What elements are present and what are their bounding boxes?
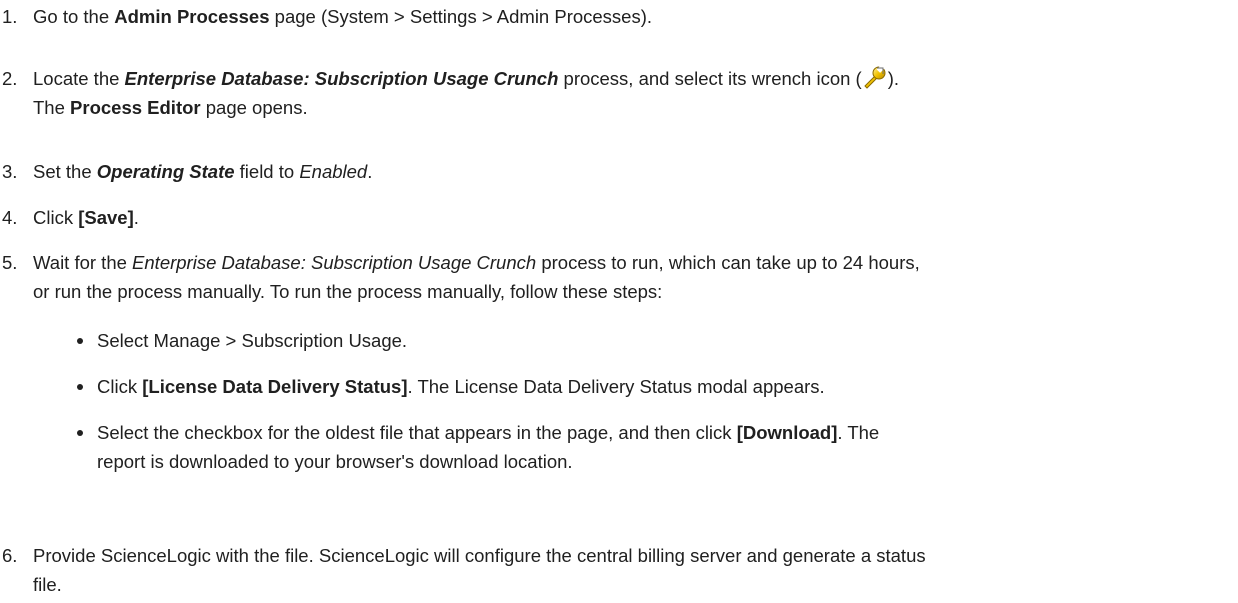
- bullet-dot: [77, 384, 83, 390]
- text-run: report is downloaded to your browser's d…: [97, 451, 573, 472]
- text-run: The: [33, 97, 71, 118]
- process-name: Enterprise Database: Subscription Usage …: [132, 252, 537, 273]
- text-run: .: [133, 207, 139, 228]
- bullet-dot: [77, 338, 83, 344]
- wrench-icon: [862, 64, 888, 90]
- text-run: file.: [33, 574, 62, 595]
- text-run: Click: [97, 376, 143, 397]
- bullet-dot: [77, 430, 83, 436]
- step-text: Set the Operating State field to Enabled…: [33, 157, 1234, 186]
- text-run: . The License Data Delivery Status modal…: [407, 376, 825, 397]
- document: 1. Go to the Admin Processes page (Syste…: [0, 0, 1238, 603]
- page-name-process-editor: Process Editor: [70, 97, 201, 118]
- text-run: .: [367, 161, 373, 182]
- step-number: 5.: [2, 252, 18, 273]
- text-run: page (System > Settings > Admin Processe…: [269, 6, 653, 27]
- text-run: Wait for the: [33, 252, 133, 273]
- step-number: 2.: [2, 68, 18, 89]
- step-number: 6.: [2, 545, 18, 566]
- step-number: 1.: [2, 6, 18, 27]
- step-text: Provide ScienceLogic with the file. Scie…: [33, 541, 1234, 599]
- list-item-text: Select Manage > Subscription Usage.: [97, 326, 1227, 355]
- field-name-operating-state: Operating State: [96, 161, 235, 182]
- text-run: Click: [33, 207, 79, 228]
- field-value-enabled: Enabled: [299, 161, 368, 182]
- step-number: 3.: [2, 161, 18, 182]
- text-run: Select the checkbox for the oldest file …: [97, 422, 737, 443]
- button-name-license-data-delivery-status: [License Data Delivery Status]: [142, 376, 408, 397]
- process-name: Enterprise Database: Subscription Usage …: [124, 68, 559, 89]
- button-name-save: [Save]: [78, 207, 134, 228]
- text-run: Select Manage > Subscription Usage.: [97, 330, 408, 351]
- text-run: process, and select its wrench icon (: [558, 68, 862, 89]
- step-number: 4.: [2, 207, 18, 228]
- step-text: Locate the Enterprise Database: Subscrip…: [33, 64, 1234, 122]
- page-name-admin-processes: Admin Processes: [114, 6, 270, 27]
- text-run: Provide ScienceLogic with the file. Scie…: [33, 545, 926, 566]
- list-item-text: Click [License Data Delivery Status]. Th…: [97, 372, 1227, 401]
- step-text: Go to the Admin Processes page (System >…: [33, 2, 1234, 31]
- text-run: field to: [234, 161, 300, 182]
- text-run: Locate the: [33, 68, 125, 89]
- text-run: Set the: [33, 161, 97, 182]
- text-run: . The: [837, 422, 880, 443]
- text-run: or run the process manually. To run the …: [33, 281, 663, 302]
- text-run: process to run, which can take up to 24 …: [536, 252, 920, 273]
- button-name-download: [Download]: [736, 422, 838, 443]
- text-run: page opens.: [200, 97, 308, 118]
- text-run: ).: [887, 68, 900, 89]
- step-text: Click [Save].: [33, 203, 1234, 232]
- list-item-text: Select the checkbox for the oldest file …: [97, 418, 1227, 476]
- text-run: Go to the: [33, 6, 115, 27]
- step-text: Wait for the Enterprise Database: Subscr…: [33, 248, 1234, 306]
